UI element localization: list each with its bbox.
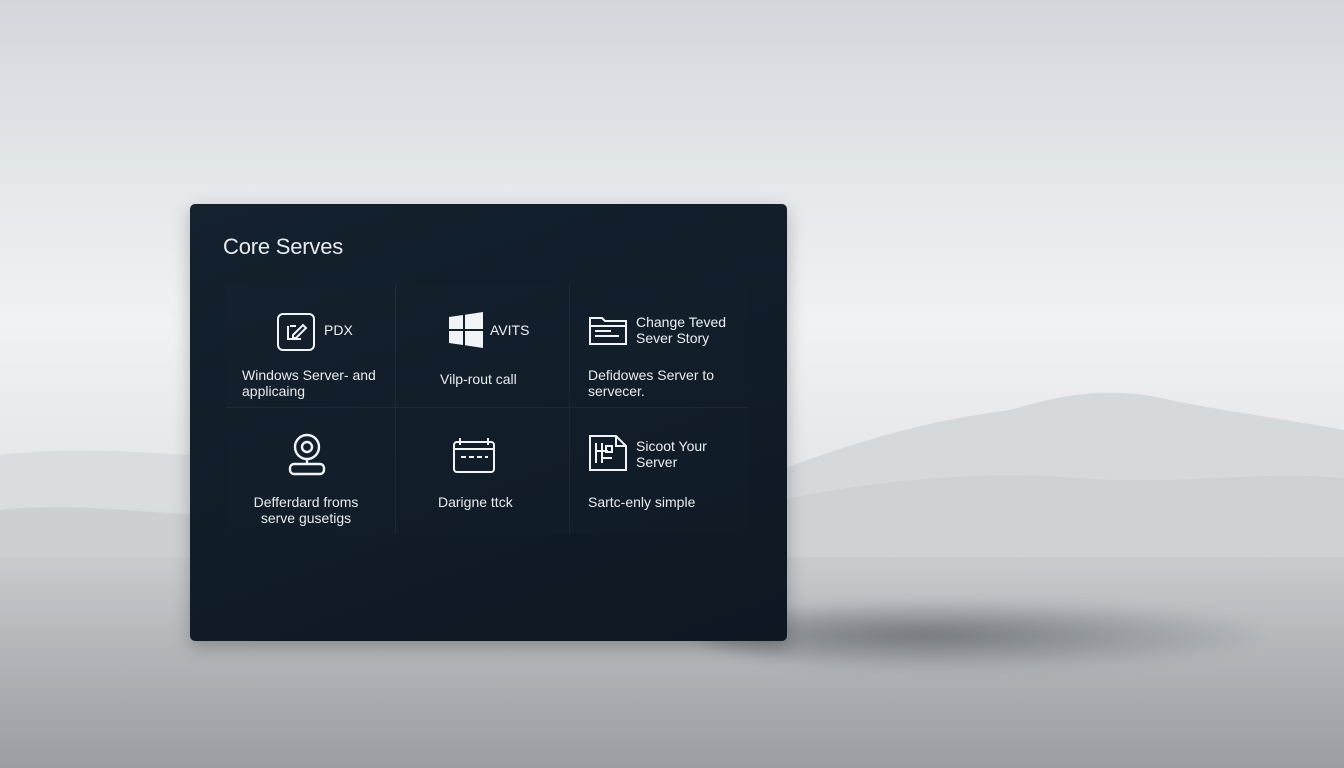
tile-description: Defferdard froms serve gusetigs [253,494,359,526]
tile-label: Sicoot Your Server [636,438,707,470]
service-tile-change-teved[interactable]: Change Teved Sever Story Defidowes Serve… [570,284,748,408]
service-tile-sicoot[interactable]: Sicoot Your Server Sartc-enly simple [570,408,748,534]
services-grid: PDX Windows Server- and applicaing AVITS… [226,284,748,534]
tile-label: Change Teved Sever Story [636,314,727,346]
tile-label: AVITS [490,322,530,338]
document-pen-icon [276,312,316,352]
service-tile-darigne[interactable]: Darigne ttck [396,408,570,534]
panel-title: Core Serves [223,234,344,259]
tile-description: Defidowes Server to servecer. [588,367,715,399]
calendar-icon [452,436,496,474]
windows-logo-icon [448,312,484,348]
tile-description: Vilp-rout call [440,371,517,387]
webcam-icon [286,432,328,478]
service-tile-avits[interactable]: AVITS Vilp-rout call [396,284,570,408]
tile-description: Windows Server- and applicaing [242,367,376,399]
core-services-panel: Core Serves PDX Windows Server- and appl… [190,204,787,641]
tile-description: Sartc-enly simple [588,494,696,510]
tile-label: PDX [324,322,353,338]
service-tile-defferdard[interactable]: Defferdard froms serve gusetigs [226,408,396,534]
tile-description: Darigne ttck [438,494,513,510]
folder-icon [588,314,628,346]
document-stack-icon [588,434,628,472]
service-tile-pdx[interactable]: PDX Windows Server- and applicaing [226,284,396,408]
